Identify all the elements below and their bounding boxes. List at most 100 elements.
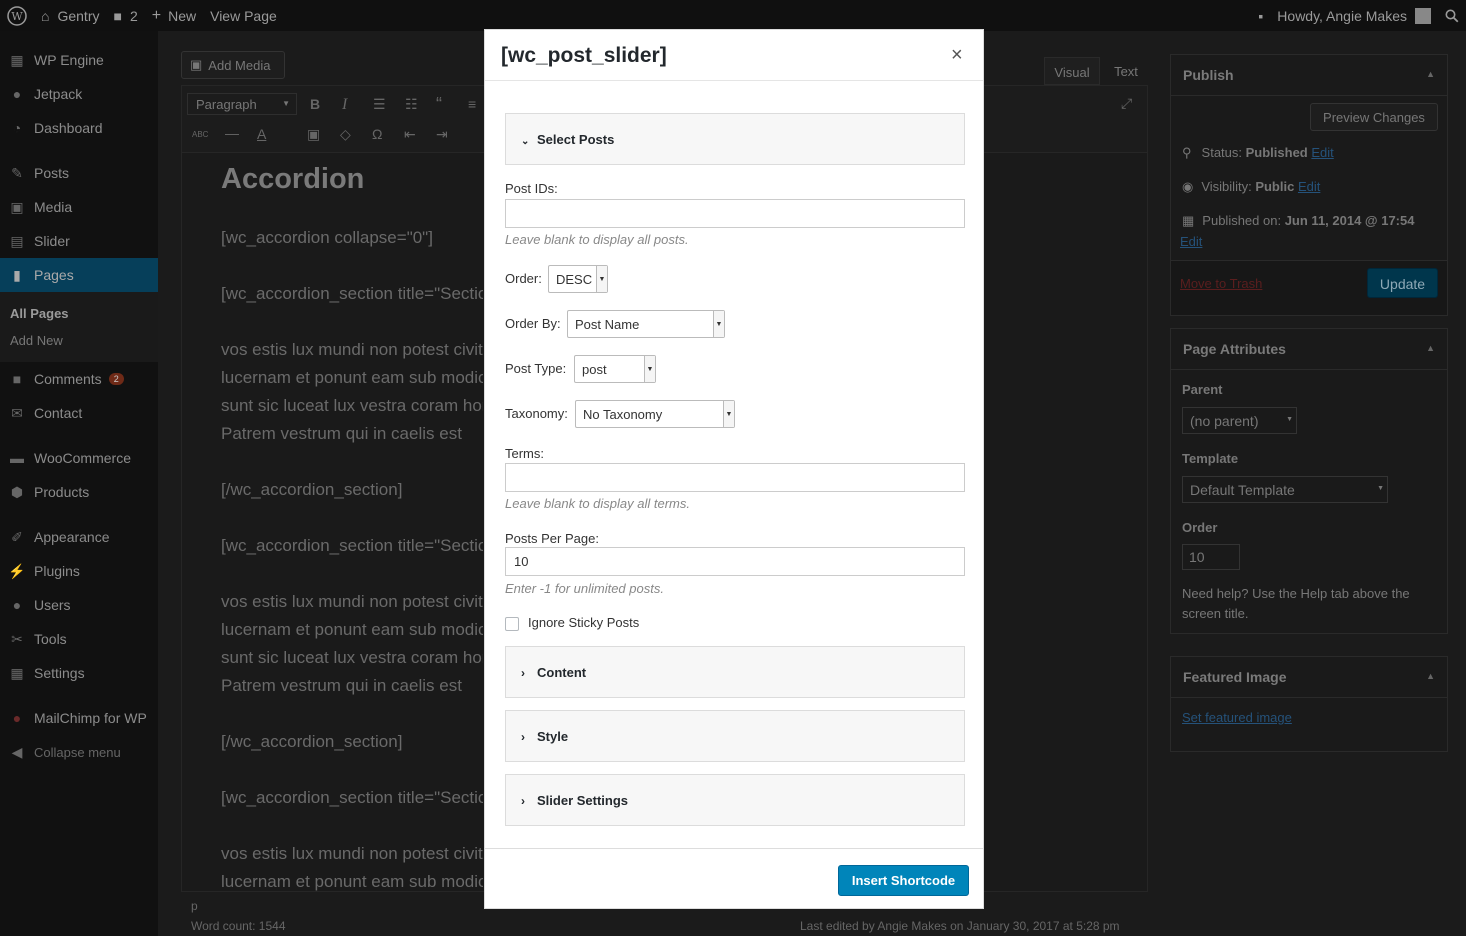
indent-icon[interactable]: ⇥ [436, 126, 448, 143]
ignore-sticky-checkbox[interactable] [505, 617, 519, 631]
collapse-triangle-icon[interactable]: ▲ [1426, 343, 1435, 353]
notifications-icon[interactable]: ▪ [1251, 0, 1270, 31]
clear-formatting-icon[interactable]: ◇ [340, 126, 351, 143]
submenu-add-new[interactable]: Add New [10, 333, 63, 348]
ignore-sticky-label[interactable]: Ignore Sticky Posts [528, 615, 639, 630]
comment-bubble-icon: ■ [113, 7, 122, 24]
collapse-triangle-icon[interactable]: ▲ [1426, 69, 1435, 79]
sidebar-item-label: WP Engine [34, 52, 104, 68]
format-select[interactable]: Paragraph ▼ [187, 93, 297, 115]
move-to-trash-link[interactable]: Move to Trash [1180, 276, 1262, 291]
sidebar-item-users[interactable]: ● Users [0, 588, 158, 622]
text-color-icon[interactable]: A [257, 126, 266, 142]
post-ids-input[interactable] [505, 199, 965, 228]
sidebar-item-appearance[interactable]: ✐ Appearance [0, 520, 158, 554]
paste-text-icon[interactable]: ▣ [307, 126, 320, 143]
tab-text[interactable]: Text [1104, 57, 1148, 85]
edit-visibility-link[interactable]: Edit [1298, 179, 1320, 194]
sidebar-item-comments[interactable]: ■ Comments 2 [0, 362, 158, 396]
sidebar-item-woocommerce[interactable]: ▬ WooCommerce [0, 441, 158, 475]
submenu-all-pages[interactable]: All Pages [10, 306, 69, 321]
wrench-icon: ✂ [11, 630, 23, 647]
user-icon: ● [12, 597, 22, 613]
visibility-row: ◉ Visibility: Public Edit [1182, 179, 1320, 195]
order-by-select[interactable]: Post Name ▼ [567, 310, 725, 338]
numbered-list-icon[interactable]: ☷ [405, 96, 418, 113]
tab-visual[interactable]: Visual [1044, 57, 1100, 85]
slider-settings-section[interactable]: › Slider Settings [505, 774, 965, 826]
sidebar-item-products[interactable]: ⬢ Products [0, 475, 158, 509]
pages-submenu [0, 292, 158, 362]
sidebar-item-tools[interactable]: ✂ Tools [0, 622, 158, 656]
sidebar-item-wp-engine[interactable]: ▦ WP Engine [0, 43, 158, 77]
plus-icon: + [151, 6, 162, 24]
wordpress-logo-icon[interactable]: W [0, 0, 34, 31]
horizontal-line-icon[interactable]: — [225, 125, 239, 141]
sidebar-item-plugins[interactable]: ⚡ Plugins [0, 554, 158, 588]
order-label: Order [1182, 520, 1218, 535]
comments-count: 2 [129, 7, 138, 24]
edit-status-link[interactable]: Edit [1311, 145, 1333, 160]
italic-icon[interactable]: I [342, 96, 347, 114]
page-attributes-title: Page Attributes [1183, 341, 1286, 357]
collapse-menu-button[interactable]: ◀ Collapse menu [0, 735, 158, 769]
order-select[interactable]: DESC ▼ [548, 265, 608, 293]
view-page-link[interactable]: View Page [203, 0, 284, 31]
search-icon[interactable] [1438, 0, 1466, 31]
new-content-link[interactable]: + New [145, 0, 203, 31]
sidebar-item-posts[interactable]: ✎ Posts [0, 156, 158, 190]
select-posts-section[interactable]: ⌄ Select Posts [505, 113, 965, 165]
sidebar-item-dashboard[interactable]: ◔ Dashboard [0, 111, 158, 145]
modal-header: [wc_post_slider] × [485, 30, 983, 81]
preview-changes-button[interactable]: Preview Changes [1310, 103, 1438, 131]
sidebar-item-label: Plugins [34, 563, 80, 579]
sidebar-item-label: Tools [34, 631, 67, 647]
blockquote-icon[interactable]: “ [436, 94, 442, 115]
parent-select[interactable]: (no parent) ▼ [1182, 407, 1297, 434]
editor-line: [wc_accordion collapse="0"] [221, 228, 433, 247]
sidebar-item-label: Settings [34, 665, 85, 681]
sidebar-item-settings[interactable]: ▦ Settings [0, 656, 158, 690]
my-account-link[interactable]: Howdy, Angie Makes [1270, 0, 1438, 31]
fullscreen-icon[interactable]: ⤢ [1121, 95, 1132, 112]
align-left-icon[interactable]: ≡ [468, 96, 476, 112]
add-media-label: Add Media [208, 57, 271, 73]
pages-icon: ▮ [13, 266, 21, 283]
insert-shortcode-button[interactable]: Insert Shortcode [838, 865, 969, 896]
sidebar-item-mailchimp[interactable]: ● MailChimp for WP [0, 701, 158, 735]
paintbrush-icon: ✐ [11, 528, 23, 545]
shortcode-modal: [wc_post_slider] × ⌄ Select Posts Post ID… [484, 29, 984, 909]
update-button[interactable]: Update [1367, 268, 1438, 298]
bold-icon[interactable]: B [310, 96, 320, 112]
outdent-icon[interactable]: ⇤ [404, 126, 416, 143]
style-section[interactable]: › Style [505, 710, 965, 762]
close-icon[interactable]: × [951, 44, 963, 67]
taxonomy-select[interactable]: No Taxonomy ▼ [575, 400, 735, 428]
posts-per-page-input[interactable]: 10 [505, 547, 965, 576]
sidebar-item-slider[interactable]: ▤ Slider [0, 224, 158, 258]
strikethrough-icon[interactable]: ABC [192, 130, 208, 139]
add-media-button[interactable]: ▣ Add Media [181, 51, 285, 79]
comments-link[interactable]: ■ 2 [106, 0, 144, 31]
bullet-list-icon[interactable]: ☰ [373, 96, 386, 113]
edit-date-link[interactable]: Edit [1180, 234, 1202, 249]
slider-icon: ▤ [10, 232, 24, 249]
set-featured-image-link[interactable]: Set featured image [1182, 710, 1292, 725]
wp-engine-icon: ▦ [10, 51, 24, 68]
template-select[interactable]: Default Template ▼ [1182, 476, 1388, 503]
editor-line: [wc_accordion_section title="Section [221, 536, 483, 555]
site-name-link[interactable]: ⌂ Gentry [34, 0, 106, 31]
special-character-icon[interactable]: Ω [372, 126, 382, 142]
editor-title: Accordion [221, 163, 365, 195]
content-section[interactable]: › Content [505, 646, 965, 698]
order-input[interactable]: 10 [1182, 544, 1240, 570]
dropdown-arrow-icon: ▼ [596, 266, 607, 292]
sidebar-item-pages[interactable]: ▮ Pages [0, 258, 158, 292]
sidebar-item-contact[interactable]: ✉ Contact [0, 396, 158, 430]
sidebar-item-media[interactable]: ▣ Media [0, 190, 158, 224]
collapse-triangle-icon[interactable]: ▲ [1426, 671, 1435, 681]
post-type-select[interactable]: post ▼ [574, 355, 656, 383]
sidebar-item-jetpack[interactable]: ● Jetpack [0, 77, 158, 111]
terms-input[interactable] [505, 463, 965, 492]
chevron-right-icon: › [521, 666, 525, 680]
